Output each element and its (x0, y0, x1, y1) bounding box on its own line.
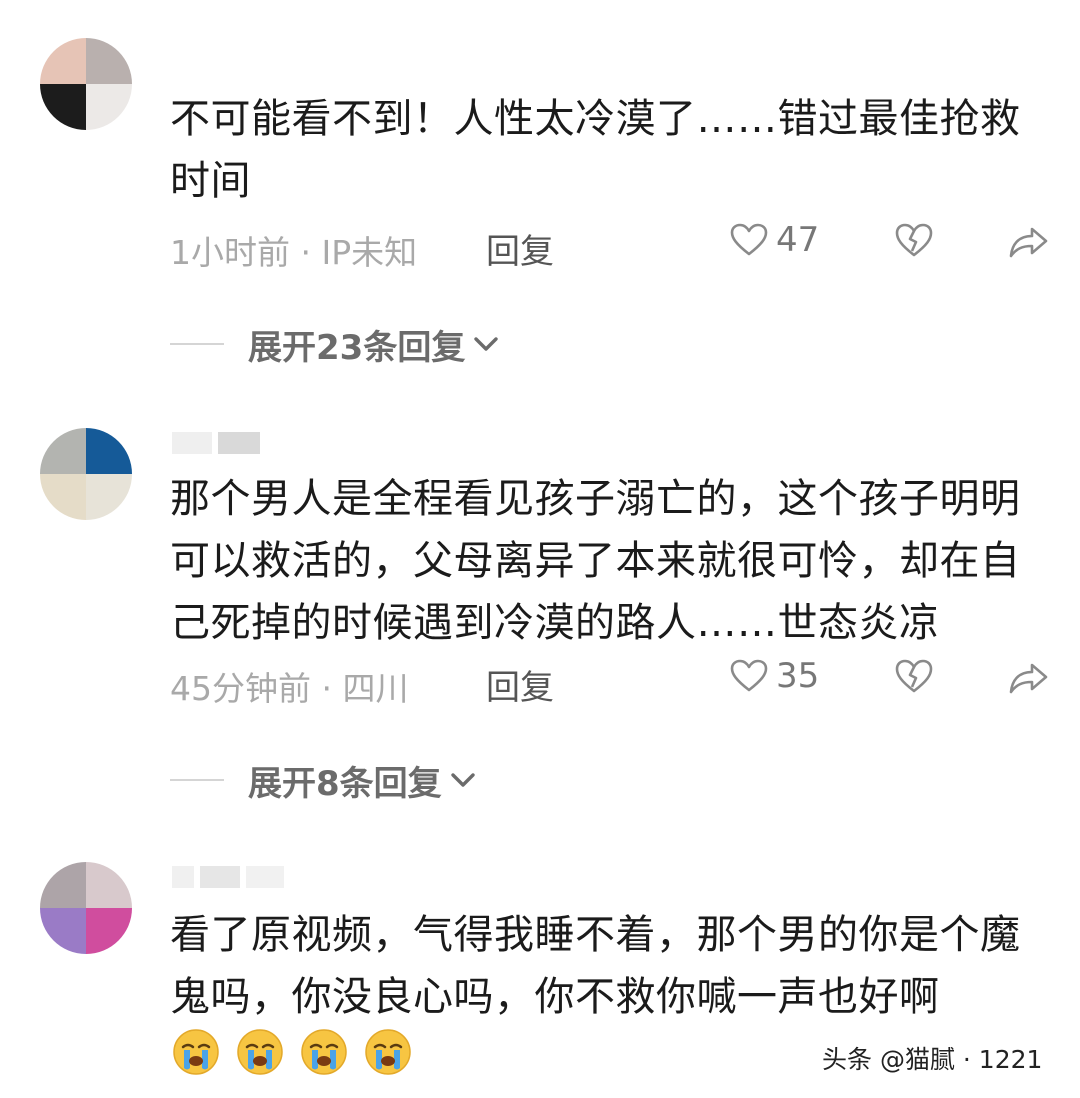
avatar-image (40, 862, 132, 954)
like-button[interactable]: 47 (730, 220, 819, 260)
broken-heart-icon (895, 659, 933, 693)
comment-time-location: 1小时前 · IP未知 (170, 233, 418, 272)
like-count: 35 (776, 656, 820, 696)
share-button[interactable] (1008, 224, 1050, 268)
avatar-image (40, 428, 132, 520)
heart-outline-icon (730, 659, 768, 692)
crying-face-emoji (173, 1029, 219, 1075)
chevron-down-icon (450, 773, 475, 787)
heart-outline-icon (730, 223, 768, 256)
like-count: 47 (776, 220, 820, 260)
like-button[interactable]: 35 (730, 656, 819, 696)
dislike-button[interactable] (894, 658, 934, 702)
emoji-row (172, 1028, 412, 1076)
expand-replies-label: 展开8条回复 (248, 763, 442, 804)
expand-replies-button[interactable]: 展开23条回复 (170, 322, 501, 368)
comment-text: 那个男人是全程看见孩子溺亡的，这个孩子明明可以救活的，父母离异了本来就很可怜，却… (170, 476, 1021, 646)
comment-time-location: 45分钟前 · 四川 (170, 669, 409, 708)
dislike-button[interactable] (894, 222, 934, 266)
comment-text: 不可能看不到！人性太冷漠了……错过最佳抢救时间 (170, 96, 1021, 204)
expand-replies-button[interactable]: 展开8条回复 (170, 758, 478, 804)
divider-line (170, 343, 224, 345)
comment-meta: 1小时前 · IP未知 回复 47 (170, 220, 1050, 273)
crying-face-emoji (237, 1029, 283, 1075)
watermark: 头条 @猫腻 · 1221 (822, 1045, 1043, 1074)
divider-line (170, 779, 224, 781)
username-redacted (172, 866, 284, 888)
crying-face-emoji (301, 1029, 347, 1075)
reply-button[interactable]: 回复 (486, 660, 554, 709)
share-button[interactable] (1008, 660, 1050, 704)
share-arrow-icon (1009, 227, 1048, 258)
avatar-image (40, 38, 132, 130)
expand-replies-label: 展开23条回复 (248, 327, 466, 368)
chevron-down-icon (474, 337, 499, 351)
broken-heart-icon (895, 223, 933, 257)
comment-text: 看了原视频，气得我睡不着，那个男的你是个魔鬼吗，你没良心吗，你不救你喊一声也好啊 (170, 912, 1021, 1020)
crying-face-emoji (365, 1029, 411, 1075)
comment-meta: 45分钟前 · 四川 回复 35 (170, 656, 1050, 709)
share-arrow-icon (1009, 663, 1048, 694)
avatar[interactable] (40, 428, 132, 520)
reply-button[interactable]: 回复 (486, 224, 554, 273)
avatar[interactable] (40, 862, 132, 954)
username-redacted (172, 432, 260, 454)
avatar[interactable] (40, 38, 132, 130)
